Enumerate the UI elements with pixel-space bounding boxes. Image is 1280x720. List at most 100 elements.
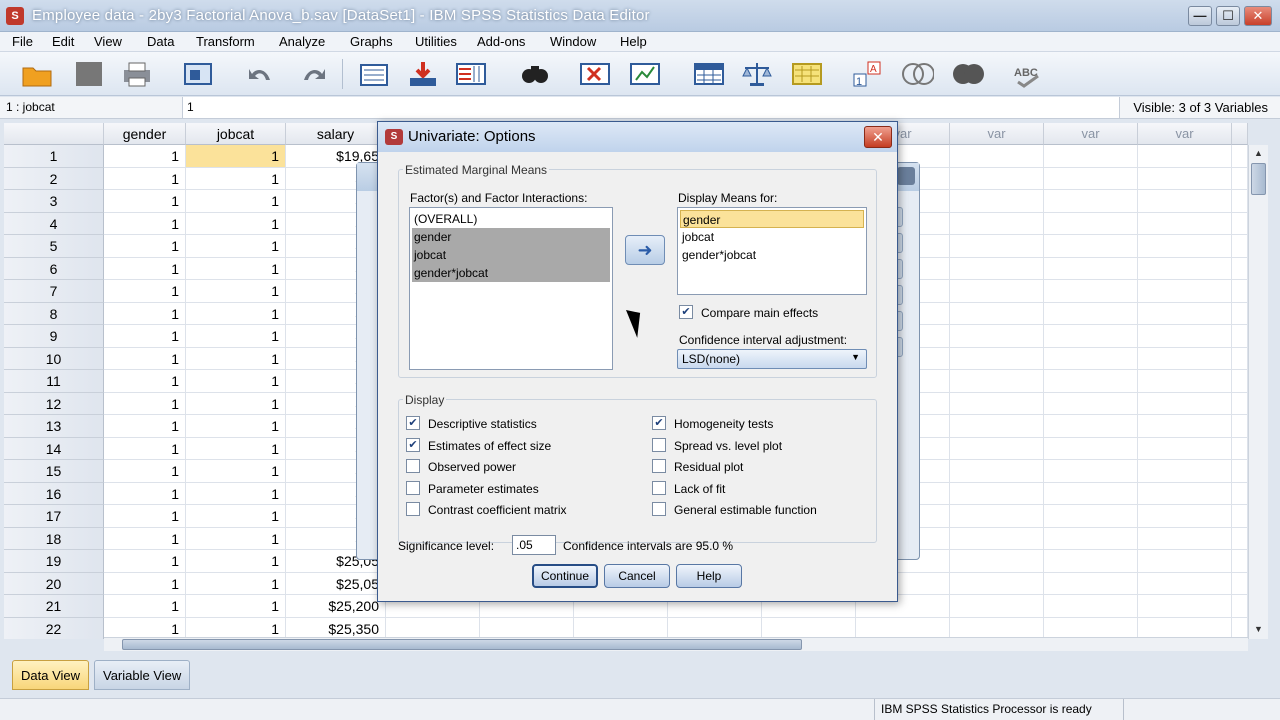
table-cell-empty[interactable] bbox=[1044, 617, 1138, 639]
lack-of-fit-checkbox[interactable] bbox=[652, 481, 666, 495]
table-cell-empty[interactable] bbox=[950, 460, 1044, 483]
table-cell-empty[interactable] bbox=[950, 572, 1044, 595]
table-cell-empty[interactable] bbox=[950, 190, 1044, 213]
table-cell-jobcat[interactable]: 1 bbox=[186, 505, 286, 528]
table-cell-salary[interactable]: $25,05 bbox=[286, 572, 386, 595]
table-cell-jobcat[interactable]: 1 bbox=[186, 460, 286, 483]
menu-addons[interactable]: Add-ons bbox=[477, 34, 525, 49]
display-means-item-jobcat[interactable]: jobcat bbox=[680, 228, 864, 246]
menu-file[interactable]: File bbox=[12, 34, 33, 49]
table-cell-empty[interactable] bbox=[1138, 437, 1232, 460]
table-cell-empty[interactable] bbox=[1232, 235, 1248, 258]
tab-variable-view[interactable]: Variable View bbox=[94, 660, 191, 690]
table-cell-gender[interactable]: 1 bbox=[104, 527, 186, 550]
table-cell-jobcat[interactable]: 1 bbox=[186, 370, 286, 393]
table-cell-empty[interactable] bbox=[1044, 235, 1138, 258]
table-cell-empty[interactable] bbox=[1044, 302, 1138, 325]
table-cell-jobcat[interactable]: 1 bbox=[186, 572, 286, 595]
menu-data[interactable]: Data bbox=[147, 34, 174, 49]
table-cell-gender[interactable]: 1 bbox=[104, 325, 186, 348]
table-cell-empty[interactable] bbox=[1138, 527, 1232, 550]
table-cell-empty[interactable] bbox=[1232, 505, 1248, 528]
contrast-matrix-checkbox[interactable] bbox=[406, 502, 420, 516]
display-means-item-gender-jobcat[interactable]: gender*jobcat bbox=[680, 246, 864, 264]
factor-item-overall[interactable]: (OVERALL) bbox=[412, 210, 610, 228]
table-cell-empty[interactable] bbox=[1138, 370, 1232, 393]
table-cell-empty[interactable] bbox=[386, 617, 480, 639]
factor-item-gender-jobcat[interactable]: gender*jobcat bbox=[412, 264, 610, 282]
use-variable-sets-icon[interactable] bbox=[900, 58, 934, 90]
continue-button[interactable]: Continue bbox=[532, 564, 598, 588]
row-header[interactable]: 21 bbox=[4, 595, 104, 618]
table-cell-empty[interactable] bbox=[1044, 392, 1138, 415]
table-cell-gender[interactable]: 1 bbox=[104, 392, 186, 415]
undo-icon[interactable] bbox=[244, 58, 278, 90]
table-cell-jobcat[interactable]: 1 bbox=[186, 145, 286, 168]
table-cell-empty[interactable] bbox=[950, 167, 1044, 190]
table-cell-jobcat[interactable]: 1 bbox=[186, 235, 286, 258]
menu-analyze[interactable]: Analyze bbox=[279, 34, 325, 49]
table-cell-empty[interactable] bbox=[1138, 595, 1232, 618]
menu-utilities[interactable]: Utilities bbox=[415, 34, 457, 49]
row-header[interactable]: 19 bbox=[4, 550, 104, 573]
table-cell-empty[interactable] bbox=[1232, 460, 1248, 483]
dialog-close-button[interactable]: ✕ bbox=[864, 126, 892, 148]
table-cell-empty[interactable] bbox=[950, 325, 1044, 348]
column-header-var[interactable]: var bbox=[1044, 123, 1138, 145]
vertical-scrollbar[interactable]: ▲ ▼ bbox=[1248, 145, 1268, 639]
insert-cases-icon[interactable] bbox=[578, 58, 612, 90]
row-header[interactable]: 1 bbox=[4, 145, 104, 168]
table-cell-jobcat[interactable]: 1 bbox=[186, 482, 286, 505]
table-cell-empty[interactable] bbox=[1138, 167, 1232, 190]
table-cell-jobcat[interactable]: 1 bbox=[186, 527, 286, 550]
goto-case-icon[interactable] bbox=[358, 58, 392, 90]
grid-corner[interactable] bbox=[4, 123, 104, 145]
table-cell-jobcat[interactable]: 1 bbox=[186, 167, 286, 190]
maximize-button[interactable]: ☐ bbox=[1216, 6, 1240, 26]
table-cell-empty[interactable] bbox=[1232, 550, 1248, 573]
table-cell-gender[interactable]: 1 bbox=[104, 370, 186, 393]
table-cell-empty[interactable] bbox=[950, 392, 1044, 415]
table-cell-empty[interactable] bbox=[1044, 527, 1138, 550]
table-cell-jobcat[interactable]: 1 bbox=[186, 437, 286, 460]
effect-size-checkbox[interactable]: ✔ bbox=[406, 438, 420, 452]
table-cell-gender[interactable]: 1 bbox=[104, 280, 186, 303]
row-header[interactable]: 20 bbox=[4, 572, 104, 595]
table-cell-empty[interactable] bbox=[1232, 482, 1248, 505]
table-cell-empty[interactable] bbox=[950, 145, 1044, 168]
table-cell-empty[interactable] bbox=[1138, 505, 1232, 528]
table-cell-empty[interactable] bbox=[1232, 190, 1248, 213]
table-cell-empty[interactable] bbox=[574, 617, 668, 639]
table-cell-empty[interactable] bbox=[950, 302, 1044, 325]
table-cell-empty[interactable] bbox=[1138, 347, 1232, 370]
variables-icon[interactable] bbox=[454, 58, 488, 90]
table-cell-empty[interactable] bbox=[1138, 392, 1232, 415]
table-cell-empty[interactable] bbox=[950, 617, 1044, 639]
table-cell-empty[interactable] bbox=[950, 415, 1044, 438]
table-cell-empty[interactable] bbox=[1044, 280, 1138, 303]
table-cell-empty[interactable] bbox=[1044, 347, 1138, 370]
row-header[interactable]: 7 bbox=[4, 280, 104, 303]
table-cell-empty[interactable] bbox=[1232, 572, 1248, 595]
table-cell-gender[interactable]: 1 bbox=[104, 190, 186, 213]
open-folder-icon[interactable] bbox=[20, 58, 54, 90]
row-header[interactable]: 10 bbox=[4, 347, 104, 370]
scroll-down-arrow-icon[interactable]: ▼ bbox=[1250, 621, 1267, 637]
table-cell-empty[interactable] bbox=[1138, 550, 1232, 573]
table-cell-jobcat[interactable]: 1 bbox=[186, 617, 286, 639]
table-cell-empty[interactable] bbox=[1232, 325, 1248, 348]
cell-value-editor[interactable]: 1 bbox=[182, 97, 1120, 118]
row-header[interactable]: 18 bbox=[4, 527, 104, 550]
table-cell-gender[interactable]: 1 bbox=[104, 595, 186, 618]
table-cell-empty[interactable] bbox=[1232, 257, 1248, 280]
table-cell-jobcat[interactable]: 1 bbox=[186, 257, 286, 280]
column-header-var[interactable]: var bbox=[1138, 123, 1232, 145]
table-cell-gender[interactable]: 1 bbox=[104, 572, 186, 595]
residual-plot-checkbox[interactable] bbox=[652, 459, 666, 473]
table-cell-empty[interactable] bbox=[1232, 595, 1248, 618]
table-cell-empty[interactable] bbox=[1232, 392, 1248, 415]
table-cell-empty[interactable] bbox=[1138, 460, 1232, 483]
significance-level-input[interactable]: .05 bbox=[512, 535, 556, 555]
table-cell-jobcat[interactable]: 1 bbox=[186, 212, 286, 235]
display-means-listbox[interactable]: gender jobcat gender*jobcat bbox=[677, 207, 867, 295]
